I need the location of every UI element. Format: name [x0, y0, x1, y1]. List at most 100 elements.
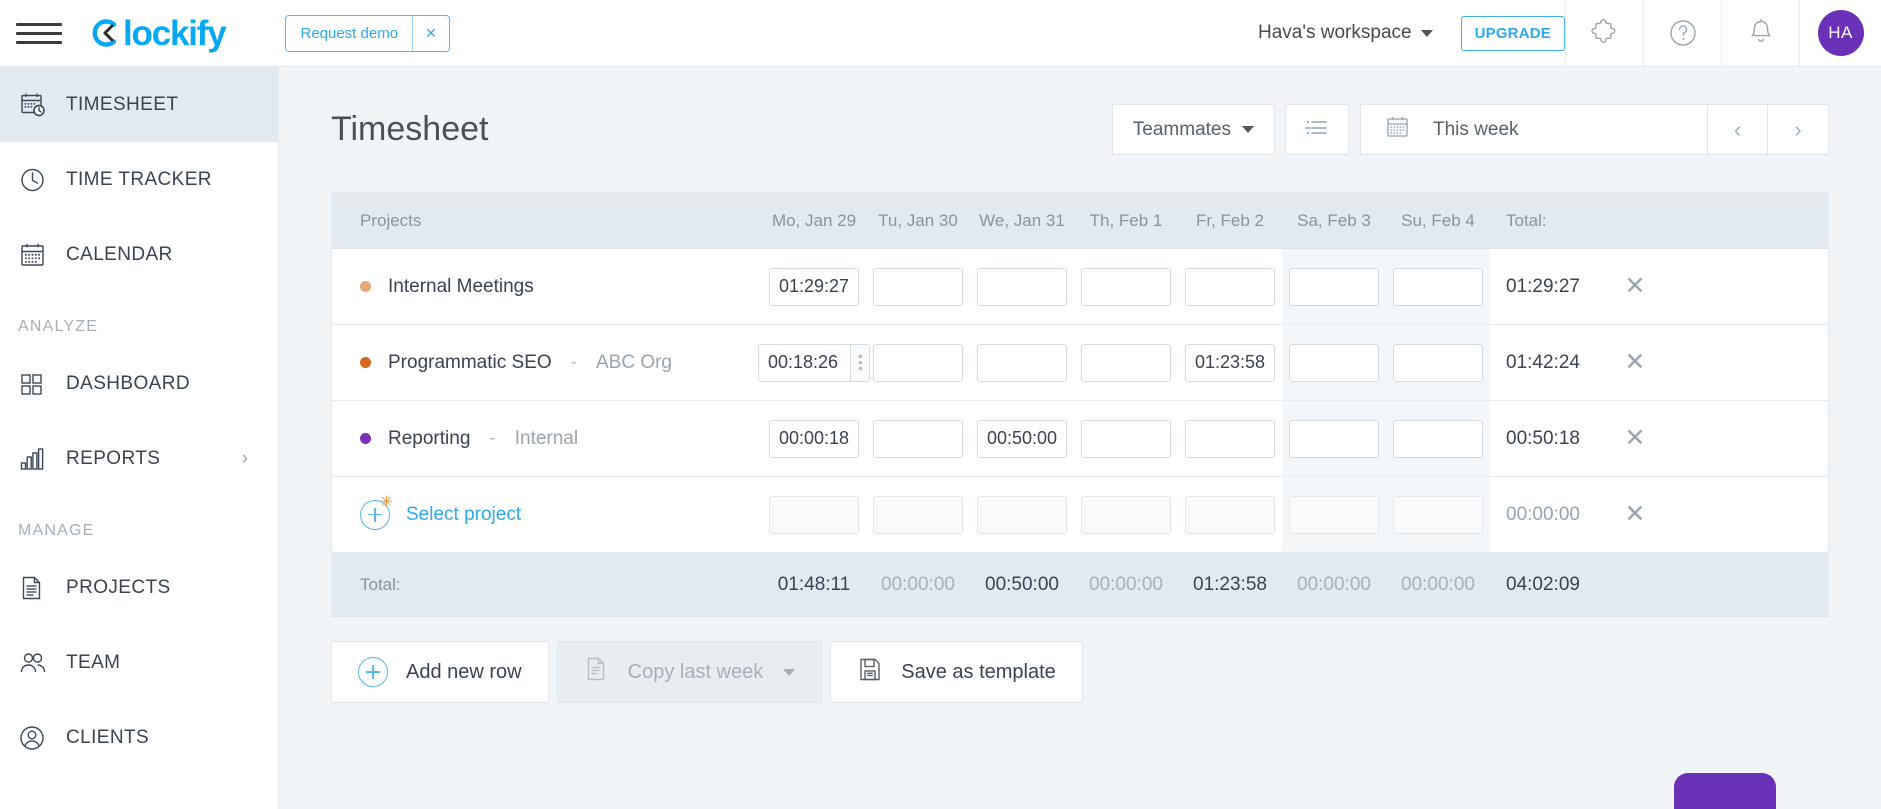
sidebar-item-timesheet[interactable]: TIMESHEET — [0, 67, 278, 142]
avatar[interactable]: HA — [1817, 10, 1864, 56]
project-name: Internal Meetings — [388, 275, 534, 297]
time-input[interactable] — [1081, 419, 1171, 458]
sidebar-item-dashboard[interactable]: DASHBOARD — [0, 346, 278, 421]
time-input[interactable] — [1185, 343, 1275, 382]
help-icon[interactable] — [1643, 0, 1721, 67]
time-input[interactable] — [1185, 495, 1275, 534]
sidebar-item-projects[interactable]: PROJECTS — [0, 550, 278, 625]
time-input[interactable] — [873, 267, 963, 306]
add-new-row-button[interactable]: Add new row — [331, 641, 549, 703]
time-input[interactable] — [1289, 343, 1379, 382]
hamburger-icon[interactable] — [16, 22, 62, 44]
workspace-selector[interactable]: Hava's workspace — [1258, 22, 1439, 44]
time-input[interactable] — [1185, 419, 1275, 458]
time-input[interactable] — [769, 419, 859, 458]
project-cell[interactable]: Reporting - Internal — [332, 428, 762, 450]
sidebar-item-clients[interactable]: CLIENTS — [0, 700, 278, 775]
table-row: Programmatic SEO - ABC Org 01:42:24 — [332, 325, 1828, 401]
time-input[interactable] — [873, 343, 963, 382]
column-header-projects: Projects — [360, 210, 422, 230]
delete-row-button[interactable]: ✕ — [1602, 350, 1668, 375]
row-total: 00:00:00 — [1506, 503, 1580, 525]
top-bar: lockify Request demo × Hava's workspace … — [0, 0, 1881, 67]
close-icon: ✕ — [1624, 424, 1646, 452]
copy-last-week-button[interactable]: Copy last week — [556, 641, 823, 703]
list-view-button[interactable] — [1285, 104, 1349, 155]
time-input[interactable] — [1393, 343, 1483, 382]
bell-icon[interactable] — [1721, 0, 1799, 67]
date-range-selector[interactable]: This week — [1360, 104, 1707, 155]
sidebar-item-label: DASHBOARD — [66, 372, 190, 394]
time-cell — [762, 249, 866, 324]
save-icon — [857, 655, 883, 689]
day-total-cell: 00:00:00 — [1089, 573, 1163, 595]
row-total: 00:50:18 — [1506, 427, 1580, 449]
time-input[interactable] — [1393, 495, 1483, 534]
time-input[interactable] — [1081, 343, 1171, 382]
time-input[interactable] — [1393, 267, 1483, 306]
time-input[interactable] — [1081, 267, 1171, 306]
top-bar-right: Hava's workspace UPGRADE HA — [1258, 0, 1881, 67]
row-total: 01:42:24 — [1506, 351, 1580, 373]
clock-logo-icon — [88, 16, 122, 50]
delete-row-button[interactable]: ✕ — [1602, 502, 1668, 527]
request-demo-button[interactable]: Request demo — [286, 15, 413, 51]
time-input[interactable] — [1289, 495, 1379, 534]
project-cell[interactable]: Programmatic SEO - ABC Org — [332, 352, 762, 374]
plus-icon — [358, 657, 388, 687]
week-label: This week — [1433, 118, 1519, 140]
time-cell — [1282, 325, 1386, 400]
time-input[interactable] — [1393, 419, 1483, 458]
action-buttons: Add new row Copy last week Save as templ… — [331, 641, 1829, 703]
column-header-day: Fr, Feb 2 — [1195, 210, 1265, 230]
star-icon: ✳ — [379, 493, 393, 511]
time-cell — [1178, 325, 1282, 400]
time-input[interactable] — [769, 495, 859, 534]
add-project-icon: ✳ — [360, 494, 393, 530]
focused-time-cell — [758, 343, 870, 382]
upgrade-button[interactable]: UPGRADE — [1460, 15, 1565, 51]
cell-options-icon[interactable] — [850, 344, 869, 381]
project-color-dot — [360, 357, 371, 368]
chevron-right-icon: › — [1794, 116, 1802, 142]
time-input[interactable] — [977, 419, 1067, 458]
time-input[interactable] — [977, 343, 1067, 382]
delete-row-button[interactable]: ✕ — [1602, 274, 1668, 299]
save-as-template-button[interactable]: Save as template — [830, 641, 1083, 703]
time-input[interactable] — [769, 267, 859, 306]
column-header-day: We, Jan 31 — [979, 210, 1065, 230]
clockify-logo[interactable]: lockify — [88, 16, 227, 51]
teammates-dropdown[interactable]: Teammates — [1111, 104, 1275, 155]
sidebar-item-calendar[interactable]: CALENDAR — [0, 217, 278, 292]
time-input[interactable] — [977, 495, 1067, 534]
sidebar-item-team[interactable]: TEAM — [0, 625, 278, 700]
timesheet-icon — [18, 90, 60, 120]
delete-row-button[interactable]: ✕ — [1602, 426, 1668, 451]
totals-label-cell: Total: — [332, 575, 762, 595]
project-cell[interactable]: Internal Meetings — [332, 276, 762, 298]
table-row-empty: ✳ Select project 00:00:00 ✕ — [332, 477, 1828, 553]
sidebar-item-reports[interactable]: REPORTS › — [0, 421, 278, 496]
time-input[interactable] — [1081, 495, 1171, 534]
time-input[interactable] — [873, 419, 963, 458]
next-week-button[interactable]: › — [1768, 104, 1829, 155]
bar-chart-icon — [18, 445, 60, 473]
select-project-button[interactable]: ✳ Select project — [360, 494, 521, 530]
time-input[interactable] — [873, 495, 963, 534]
time-cell — [866, 401, 970, 476]
sidebar-item-time-tracker[interactable]: TIME TRACKER — [0, 142, 278, 217]
day-total-cell: 00:00:00 — [1297, 573, 1371, 595]
time-cell — [970, 477, 1074, 552]
table-header-row: Projects Mo, Jan 29 Tu, Jan 30 We, Jan 3… — [332, 193, 1828, 249]
select-project-cell[interactable]: ✳ Select project — [332, 494, 762, 530]
time-input[interactable] — [1185, 267, 1275, 306]
add-new-row-label: Add new row — [406, 660, 522, 683]
previous-week-button[interactable]: ‹ — [1707, 104, 1768, 155]
floating-action-button[interactable] — [1674, 773, 1776, 809]
time-input[interactable] — [1289, 419, 1379, 458]
close-icon[interactable]: × — [412, 15, 450, 51]
time-input[interactable] — [1289, 267, 1379, 306]
puzzle-icon[interactable] — [1565, 0, 1643, 67]
time-input[interactable] — [977, 267, 1067, 306]
sidebar-item-label: REPORTS — [66, 447, 161, 469]
